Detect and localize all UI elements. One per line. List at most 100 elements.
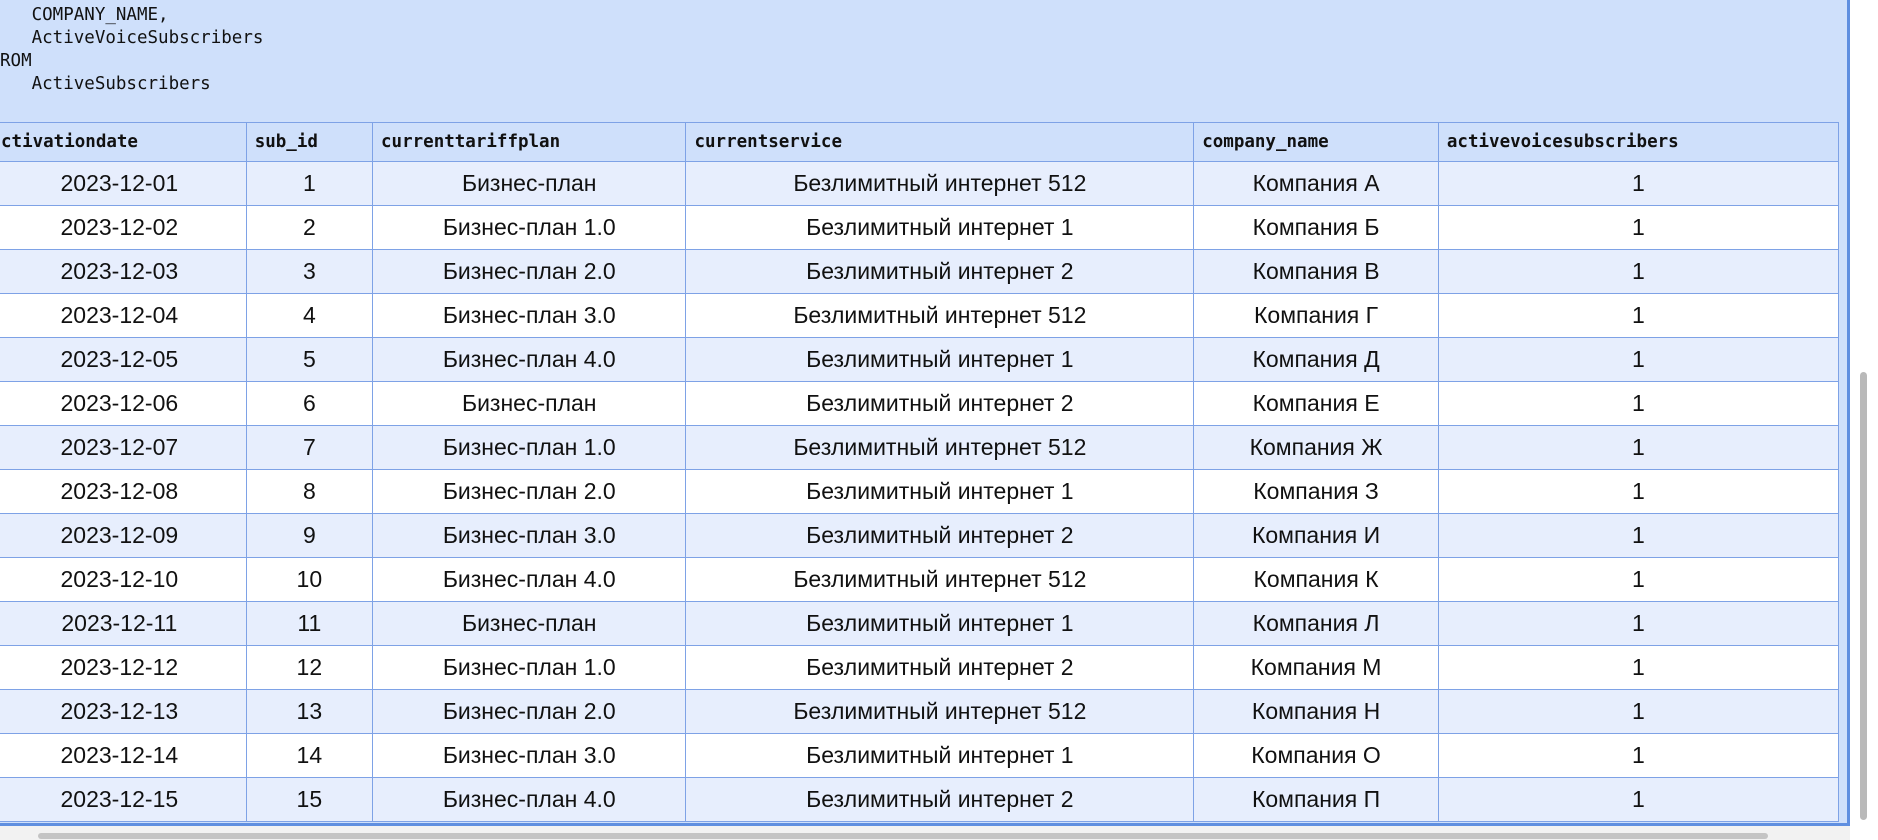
table-cell: Безлимитный интернет 2 <box>685 513 1195 558</box>
vertical-scrollbar-thumb[interactable] <box>1860 372 1867 820</box>
table-row[interactable]: 2023-12-15 15 Бизнес-план 4.0 Безлимитный и… <box>0 777 1840 822</box>
table-cell: Компания О <box>1193 733 1439 778</box>
table-row[interactable]: 2023-12-08 8 Бизнес-план 2.0 Безлимитный ин… <box>0 469 1840 514</box>
table-cell: 2023-12-08 <box>0 469 247 514</box>
table-row[interactable]: 2023-12-04 4 Бизнес-план 3.0 Безлимитный ин… <box>0 293 1840 338</box>
table-cell: 2023-12-05 <box>0 337 247 382</box>
table-row[interactable]: 2023-12-05 5 Бизнес-план 4.0 Безлимитный ин… <box>0 337 1840 382</box>
table-cell: 4 <box>245 293 374 338</box>
table-cell: Компания Н <box>1193 689 1439 734</box>
sql-line: ActiveVoiceSubscribers <box>0 28 264 48</box>
table-row[interactable]: 2023-12-03 3 Бизнес-план 2.0 Безлимитный ин… <box>0 249 1840 294</box>
table-cell: 2023-12-06 <box>0 381 247 426</box>
table-cell: 1 <box>1437 205 1840 250</box>
table-cell: 1 <box>1437 381 1840 426</box>
table-cell: Безлимитный интернет 1 <box>685 733 1195 778</box>
table-cell: 1 <box>1437 557 1840 602</box>
table-cell: 13 <box>245 689 374 734</box>
query-result-panel: COMPANY_NAME, ActiveVoiceSubscribers ROM … <box>0 0 1850 826</box>
table-cell: Бизнес-план 3.0 <box>372 293 687 338</box>
table-cell: 1 <box>1437 777 1840 822</box>
table-cell: Компания П <box>1193 777 1439 822</box>
table-cell: 2023-12-10 <box>0 557 247 602</box>
table-cell: 2023-12-07 <box>0 425 247 470</box>
table-cell: Компания К <box>1193 557 1439 602</box>
column-header-currenttariffplan[interactable]: currenttariffplan <box>372 122 687 162</box>
horizontal-scrollbar-thumb[interactable] <box>38 833 1768 839</box>
table-row[interactable]: 2023-12-13 13 Бизнес-план 2.0 Безлимитный и… <box>0 689 1840 734</box>
sql-query-text: COMPANY_NAME, ActiveVoiceSubscribers ROM … <box>0 4 263 96</box>
sql-line: COMPANY_NAME, <box>0 5 169 25</box>
table-cell: 1 <box>1437 293 1840 338</box>
table-cell: Бизнес-план 1.0 <box>372 205 687 250</box>
table-cell: Безлимитный интернет 2 <box>685 645 1195 690</box>
table-cell: Компания В <box>1193 249 1439 294</box>
table-cell: 1 <box>1437 513 1840 558</box>
table-cell: Безлимитный интернет 1 <box>685 601 1195 646</box>
table-row[interactable]: 2023-12-11 11 Бизнес-план Безлимитный интер… <box>0 601 1840 646</box>
table-cell: Безлимитный интернет 512 <box>685 293 1195 338</box>
table-cell: 1 <box>1437 249 1840 294</box>
column-header-currentservice[interactable]: currentservice <box>685 122 1195 162</box>
table-cell: Компания Е <box>1193 381 1439 426</box>
results-table: ctivationdate sub_id currenttariffplan curr… <box>0 122 1840 822</box>
table-cell: 15 <box>245 777 374 822</box>
table-cell: Компания И <box>1193 513 1439 558</box>
table-cell: 14 <box>245 733 374 778</box>
table-cell: Компания Л <box>1193 601 1439 646</box>
table-cell: Бизнес-план 1.0 <box>372 425 687 470</box>
table-row[interactable]: 2023-12-12 12 Бизнес-план 1.0 Безлимитный и… <box>0 645 1840 690</box>
column-header-activationdate[interactable]: ctivationdate <box>0 122 247 162</box>
table-cell: Бизнес-план 4.0 <box>372 337 687 382</box>
table-cell: Компания З <box>1193 469 1439 514</box>
table-cell: Безлимитный интернет 2 <box>685 249 1195 294</box>
table-cell: Бизнес-план 2.0 <box>372 689 687 734</box>
table-row[interactable]: 2023-12-07 7 Бизнес-план 1.0 Безлимитный ин… <box>0 425 1840 470</box>
table-cell: 1 <box>1437 601 1840 646</box>
table-row[interactable]: 2023-12-09 9 Бизнес-план 3.0 Безлимитный ин… <box>0 513 1840 558</box>
table-cell: 1 <box>1437 337 1840 382</box>
table-cell: Безлимитный интернет 512 <box>685 689 1195 734</box>
table-cell: Бизнес-план 4.0 <box>372 777 687 822</box>
table-cell: Безлимитный интернет 1 <box>685 205 1195 250</box>
table-row[interactable]: 2023-12-10 10 Бизнес-план 4.0 Безлимитный и… <box>0 557 1840 602</box>
table-cell: 2023-12-12 <box>0 645 247 690</box>
table-cell: Безлимитный интернет 512 <box>685 425 1195 470</box>
table-cell: 2023-12-09 <box>0 513 247 558</box>
table-cell: 2 <box>245 205 374 250</box>
table-cell: 1 <box>1437 469 1840 514</box>
table-cell: Бизнес-план 1.0 <box>372 645 687 690</box>
column-header-company-name[interactable]: company_name <box>1193 122 1439 162</box>
table-cell: 11 <box>245 601 374 646</box>
table-row[interactable]: 2023-12-02 2 Бизнес-план 1.0 Безлимитный ин… <box>0 205 1840 250</box>
table-cell: Безлимитный интернет 1 <box>685 469 1195 514</box>
table-row[interactable]: 2023-12-06 6 Бизнес-план Безлимитный интерн… <box>0 381 1840 426</box>
table-cell: 9 <box>245 513 374 558</box>
table-cell: Безлимитный интернет 1 <box>685 337 1195 382</box>
table-header-row: ctivationdate sub_id currenttariffplan curr… <box>0 122 1840 162</box>
table-cell: 8 <box>245 469 374 514</box>
table-cell: 2023-12-04 <box>0 293 247 338</box>
table-cell: Компания Ж <box>1193 425 1439 470</box>
table-cell: Компания А <box>1193 161 1439 206</box>
table-cell: 3 <box>245 249 374 294</box>
table-cell: 6 <box>245 381 374 426</box>
sql-line: ActiveSubscribers <box>0 74 211 94</box>
table-cell: 2023-12-14 <box>0 733 247 778</box>
table-cell: Бизнес-план 2.0 <box>372 249 687 294</box>
table-row[interactable]: 2023-12-01 1 Бизнес-план Безлимитный интерн… <box>0 161 1840 206</box>
table-cell: 2023-12-15 <box>0 777 247 822</box>
table-cell: Безлимитный интернет 2 <box>685 381 1195 426</box>
sql-line: ROM <box>0 51 32 71</box>
table-cell: Компания Г <box>1193 293 1439 338</box>
table-cell: Безлимитный интернет 512 <box>685 161 1195 206</box>
table-cell: 1 <box>1437 733 1840 778</box>
table-cell: 1 <box>245 161 374 206</box>
table-cell: 7 <box>245 425 374 470</box>
table-cell: 2023-12-01 <box>0 161 247 206</box>
table-cell: 1 <box>1437 689 1840 734</box>
table-cell: Бизнес-план 2.0 <box>372 469 687 514</box>
column-header-sub-id[interactable]: sub_id <box>245 122 374 162</box>
table-row[interactable]: 2023-12-14 14 Бизнес-план 3.0 Безлимитный и… <box>0 733 1840 778</box>
column-header-activevoicesubscribers[interactable]: activevoicesubscribers <box>1437 122 1840 162</box>
